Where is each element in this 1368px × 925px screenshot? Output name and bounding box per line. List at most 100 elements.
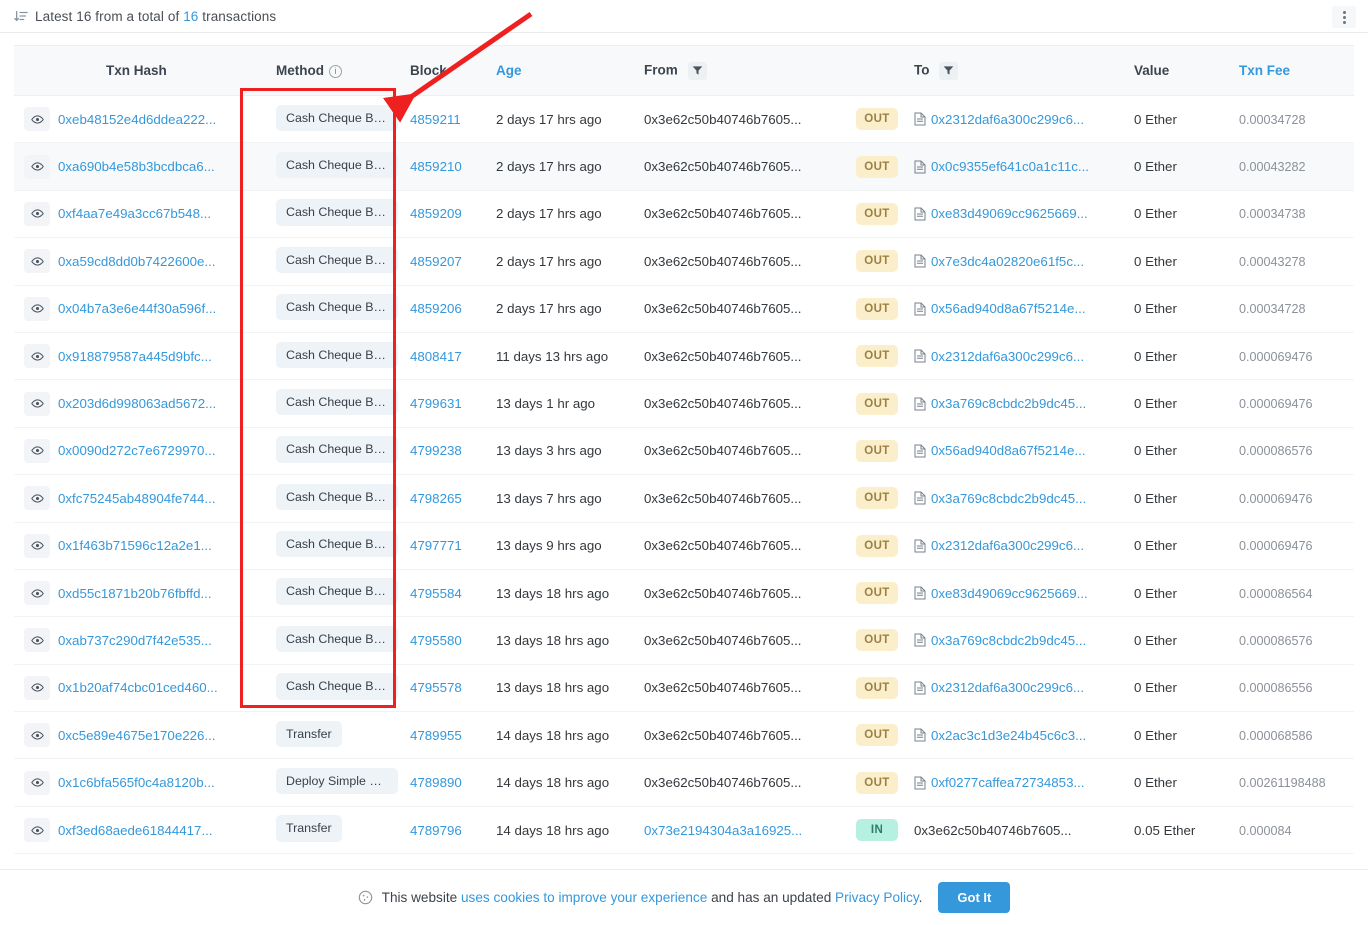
- method-badge[interactable]: Cash Cheque Bene...: [276, 578, 398, 605]
- method-badge[interactable]: Cash Cheque Bene...: [276, 151, 398, 179]
- txn-hash-link[interactable]: 0xc5e89e4675e170e226...: [58, 728, 216, 743]
- eye-icon[interactable]: [24, 344, 50, 369]
- to-address-link[interactable]: 0x7e3dc4a02820e61f5c...: [931, 254, 1084, 269]
- cookie-policy-link[interactable]: uses cookies to improve your experience: [461, 890, 707, 905]
- block-link[interactable]: 4789890: [410, 775, 462, 790]
- block-link[interactable]: 4795584: [410, 586, 462, 601]
- method-badge[interactable]: Transfer: [276, 815, 342, 842]
- got-it-button[interactable]: Got It: [938, 882, 1011, 913]
- from-address: 0x3e62c50b40746b7605...: [644, 632, 802, 648]
- to-address-link[interactable]: 0xe83d49069cc9625669...: [931, 206, 1088, 221]
- block-link[interactable]: 4799631: [410, 396, 462, 411]
- block-link[interactable]: 4859207: [410, 254, 462, 269]
- info-icon[interactable]: i: [329, 64, 342, 78]
- block-link[interactable]: 4789796: [410, 823, 462, 838]
- fee-text: 0.000068586: [1239, 728, 1313, 743]
- col-txn-hash[interactable]: Txn Hash: [58, 45, 254, 96]
- method-badge[interactable]: Cash Cheque Bene...: [276, 625, 398, 653]
- to-address-link[interactable]: 0x2312daf6a300c299c6...: [931, 680, 1084, 695]
- eye-icon[interactable]: [24, 675, 50, 700]
- to-address-link[interactable]: 0x3a769c8cbdc2b9dc45...: [931, 633, 1086, 648]
- privacy-policy-link[interactable]: Privacy Policy: [835, 890, 919, 905]
- txn-hash-link[interactable]: 0xf3ed68aede61844417...: [58, 823, 213, 838]
- eye-icon[interactable]: [24, 296, 50, 321]
- col-block[interactable]: Block: [410, 45, 496, 96]
- block-link[interactable]: 4859206: [410, 301, 462, 316]
- to-address-link[interactable]: 0x2312daf6a300c299c6...: [931, 349, 1084, 364]
- block-link[interactable]: 4795578: [410, 680, 462, 695]
- eye-icon[interactable]: [24, 581, 50, 606]
- block-link[interactable]: 4808417: [410, 349, 462, 364]
- filter-icon[interactable]: [939, 61, 959, 80]
- method-badge[interactable]: Cash Cheque Bene...: [276, 388, 398, 416]
- to-address-link[interactable]: 0x2ac3c1d3e24b45c6c3...: [931, 728, 1086, 743]
- txn-hash-link[interactable]: 0x1f463b71596c12a2e1...: [58, 538, 212, 553]
- method-badge[interactable]: Deploy Simple Sw...: [276, 768, 398, 795]
- txn-hash-link[interactable]: 0xfc75245ab48904fe744...: [58, 491, 216, 506]
- fee-text: 0.000069476: [1239, 397, 1313, 412]
- eye-icon[interactable]: [24, 154, 50, 179]
- to-address-link[interactable]: 0x3a769c8cbdc2b9dc45...: [931, 396, 1086, 411]
- row-direction-cell: OUT: [856, 758, 914, 807]
- block-link[interactable]: 4798265: [410, 491, 462, 506]
- txn-hash-link[interactable]: 0xd55c1871b20b76fbffd...: [58, 586, 212, 601]
- age-text: 2 days 17 hrs ago: [496, 159, 602, 175]
- method-badge[interactable]: Cash Cheque Bene...: [276, 483, 398, 510]
- txn-hash-link[interactable]: 0x1b20af74cbc01ced460...: [58, 680, 218, 695]
- method-badge[interactable]: Cash Cheque Bene...: [276, 673, 398, 700]
- block-link[interactable]: 4859211: [410, 112, 461, 127]
- eye-icon[interactable]: [24, 201, 50, 226]
- txn-hash-link[interactable]: 0x1c6bfa565f0c4a8120b...: [58, 775, 215, 790]
- block-link[interactable]: 4859209: [410, 206, 462, 221]
- eye-icon[interactable]: [24, 818, 50, 843]
- eye-icon[interactable]: [24, 770, 50, 795]
- block-link[interactable]: 4789955: [410, 728, 462, 743]
- filter-icon[interactable]: [687, 61, 707, 80]
- eye-icon[interactable]: [24, 486, 50, 511]
- to-address-link[interactable]: 0x3a769c8cbdc2b9dc45...: [931, 491, 1086, 506]
- block-link[interactable]: 4795580: [410, 633, 462, 648]
- direction-badge: OUT: [856, 155, 898, 178]
- eye-icon[interactable]: [24, 723, 50, 748]
- eye-icon[interactable]: [24, 391, 50, 416]
- txn-hash-link[interactable]: 0x04b7a3e6e44f30a596f...: [58, 301, 216, 316]
- block-link[interactable]: 4797771: [410, 538, 462, 553]
- method-badge[interactable]: Cash Cheque Bene...: [276, 104, 398, 131]
- to-address-link[interactable]: 0xe83d49069cc9625669...: [931, 586, 1088, 601]
- from-address-link[interactable]: 0x73e2194304a3a16925...: [644, 823, 802, 838]
- method-badge[interactable]: Cash Cheque Bene...: [276, 199, 398, 226]
- eye-icon[interactable]: [24, 249, 50, 274]
- method-badge[interactable]: Cash Cheque Bene...: [276, 531, 398, 558]
- row-direction-cell: OUT: [856, 569, 914, 618]
- txn-hash-link[interactable]: 0x918879587a445d9bfc...: [58, 349, 212, 364]
- method-badge[interactable]: Cash Cheque Bene...: [276, 246, 398, 273]
- more-options-icon[interactable]: [1332, 6, 1356, 28]
- txn-hash-link[interactable]: 0x203d6d998063ad5672...: [58, 396, 216, 411]
- txn-hash-link[interactable]: 0xf4aa7e49a3cc67b548...: [58, 206, 211, 221]
- txn-hash-link[interactable]: 0xeb48152e4d6ddea222...: [58, 112, 216, 127]
- block-link[interactable]: 4859210: [410, 159, 462, 174]
- method-badge[interactable]: Cash Cheque Bene...: [276, 341, 398, 368]
- method-badge[interactable]: Cash Cheque Bene...: [276, 436, 398, 463]
- to-address-link[interactable]: 0x2312daf6a300c299c6...: [931, 112, 1084, 127]
- eye-icon[interactable]: [24, 628, 50, 653]
- from-address: 0x3e62c50b40746b7605...: [644, 538, 802, 554]
- row-to-cell: 0x2ac3c1d3e24b45c6c3...: [914, 711, 1134, 760]
- txn-hash-link[interactable]: 0xa690b4e58b3bcdbca6...: [58, 159, 215, 174]
- txn-hash-link[interactable]: 0x0090d272c7e6729970...: [58, 443, 216, 458]
- block-link[interactable]: 4799238: [410, 443, 462, 458]
- to-address-link[interactable]: 0x2312daf6a300c299c6...: [931, 538, 1084, 553]
- eye-icon[interactable]: [24, 438, 50, 463]
- eye-icon[interactable]: [24, 533, 50, 558]
- method-badge[interactable]: Transfer: [276, 720, 342, 747]
- eye-icon[interactable]: [24, 107, 50, 132]
- txn-hash-link[interactable]: 0xa59cd8dd0b7422600e...: [58, 254, 216, 269]
- to-address-link[interactable]: 0x56ad940d8a67f5214e...: [931, 301, 1086, 316]
- txn-hash-link[interactable]: 0xab737c290d7f42e535...: [58, 633, 212, 648]
- to-address-link[interactable]: 0x56ad940d8a67f5214e...: [931, 443, 1086, 458]
- col-txn-fee[interactable]: Txn Fee: [1239, 45, 1354, 96]
- method-badge[interactable]: Cash Cheque Bene...: [276, 294, 398, 321]
- to-address-link[interactable]: 0xf0277caffea72734853...: [931, 775, 1085, 790]
- col-age[interactable]: Age: [496, 45, 644, 96]
- to-address-link[interactable]: 0x0c9355ef641c0a1c11c...: [931, 159, 1089, 174]
